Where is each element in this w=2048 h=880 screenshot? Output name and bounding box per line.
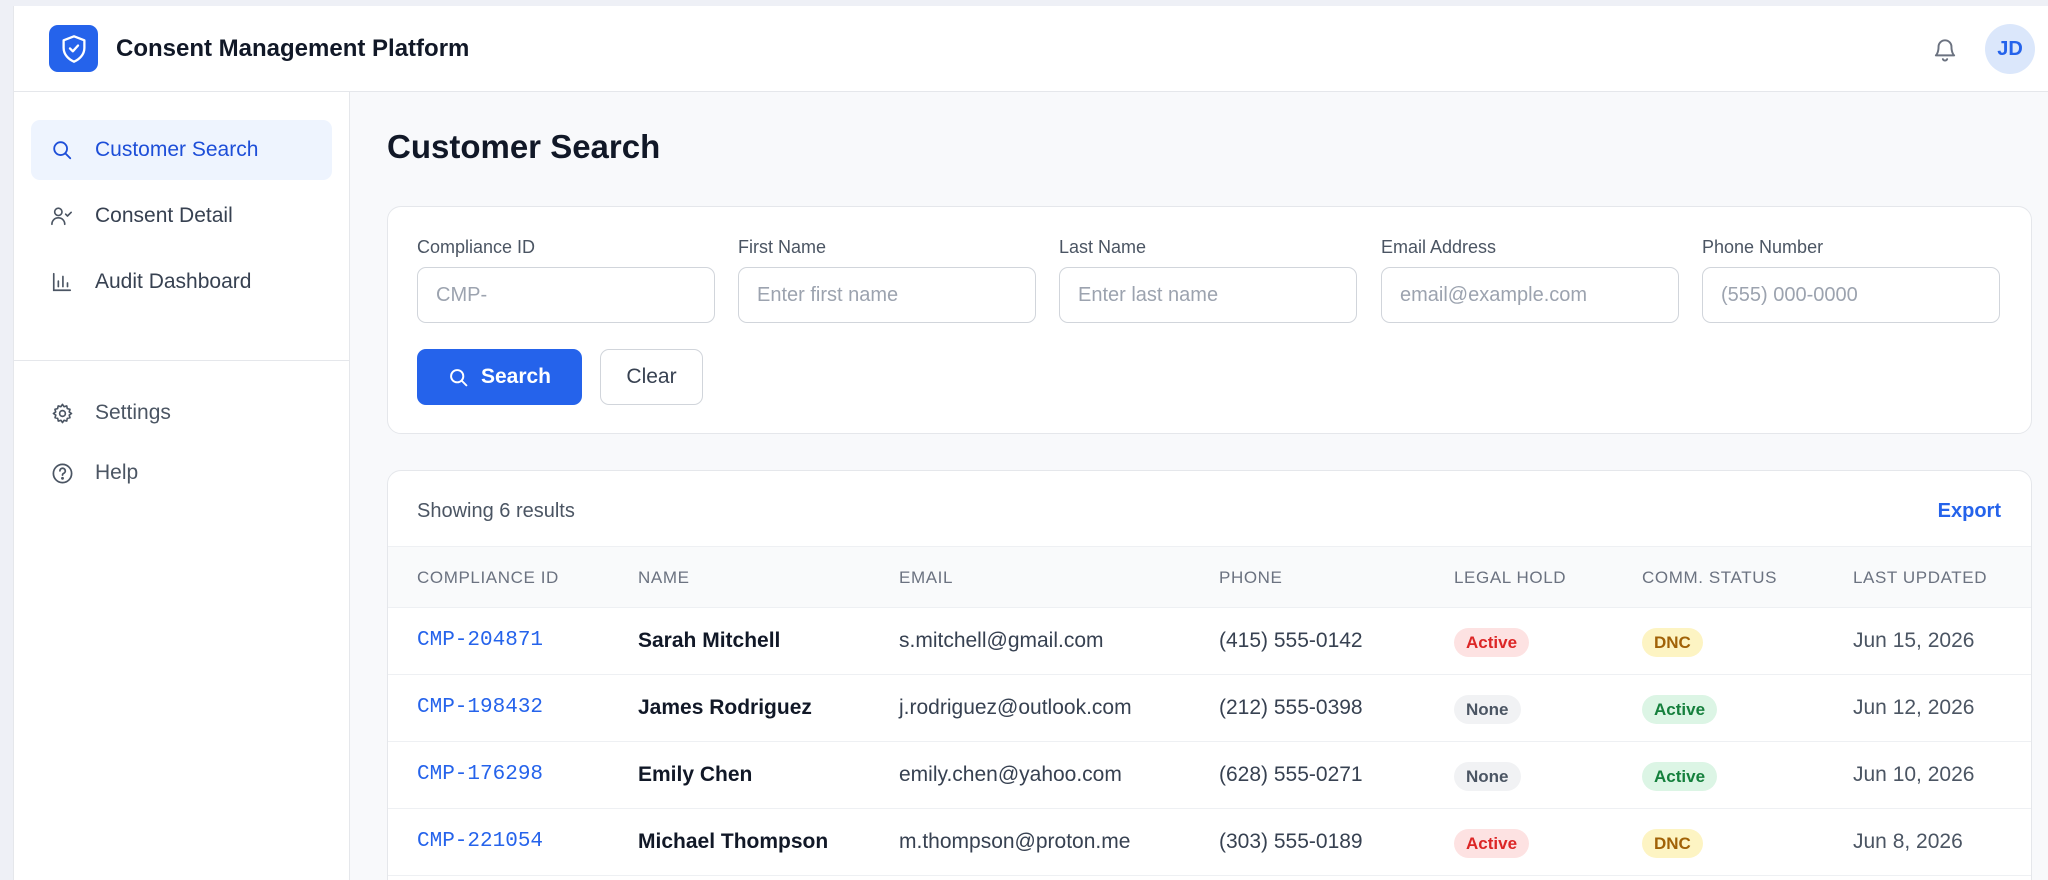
comm-status-badge: DNC	[1642, 628, 1703, 657]
search-icon	[49, 137, 75, 163]
sidebar-item-label: Settings	[95, 401, 171, 424]
customer-name: James Rodriguez	[638, 696, 812, 719]
legal-hold-badge: None	[1454, 695, 1521, 724]
sidebar-item-settings[interactable]: Settings	[31, 383, 332, 443]
sidebar-item-label: Audit Dashboard	[95, 270, 252, 293]
comm-status-badge: DNC	[1642, 829, 1703, 858]
bar-chart-icon	[49, 269, 75, 295]
compliance-id-link[interactable]: CMP-204871	[417, 629, 543, 652]
sidebar-divider	[14, 360, 350, 361]
legal-hold-badge: Active	[1454, 829, 1530, 858]
search-form-card: Compliance ID First Name Last Name Email…	[387, 206, 2032, 434]
compliance-id-link[interactable]: CMP-198432	[417, 696, 543, 719]
compliance-id-label: Compliance ID	[417, 237, 536, 257]
search-icon	[448, 367, 469, 388]
sidebar-item-label: Customer Search	[95, 138, 259, 161]
table-row[interactable]: CMP-204871 Sarah Mitchell s.mitchell@gma…	[388, 608, 2031, 675]
email-address-input[interactable]	[1381, 267, 1679, 323]
search-button-label: Search	[480, 365, 552, 388]
sidebar-item-label: Consent Detail	[95, 204, 233, 227]
compliance-id-link[interactable]: CMP-221054	[417, 830, 543, 853]
customer-email: j.rodriguez@outlook.com	[899, 696, 1132, 719]
customer-email: emily.chen@yahoo.com	[899, 763, 1122, 786]
sidebar-item-label: Help	[95, 461, 139, 484]
table-row[interactable]: CMP-176298 Emily Chen emily.chen@yahoo.c…	[388, 742, 2031, 809]
help-circle-icon	[49, 460, 75, 486]
column-header-legal-hold[interactable]: Legal Hold	[1454, 568, 1566, 588]
column-header-last-updated[interactable]: Last Updated	[1853, 568, 1987, 588]
column-header-comm-status[interactable]: Comm. Status	[1642, 568, 1777, 588]
table-row[interactable]: CMP-221054 Michael Thompson m.thompson@p…	[388, 809, 2031, 876]
customer-email: s.mitchell@gmail.com	[899, 629, 1104, 652]
legal-hold-badge: Active	[1454, 628, 1530, 657]
sidebar-item-consent-detail[interactable]: Consent Detail	[31, 186, 332, 246]
comm-status-badge: Active	[1642, 695, 1718, 724]
customer-phone: (628) 555-0271	[1219, 763, 1363, 786]
sidebar-item-customer-search[interactable]: Customer Search	[31, 120, 332, 180]
table-row[interactable]: CMP-198432 James Rodriguez j.rodriguez@o…	[388, 675, 2031, 742]
customer-name: Emily Chen	[638, 763, 753, 786]
sidebar-item-audit-dashboard[interactable]: Audit Dashboard	[31, 252, 332, 312]
export-link[interactable]: Export	[1938, 500, 2001, 523]
table-header: Compliance ID Name Email Phone Legal Hol…	[388, 546, 2031, 608]
results-count: Showing 6 results	[417, 500, 575, 522]
app-window: Consent Management Platform JD Customer …	[13, 6, 2048, 880]
results-card: Showing 6 results Export Compliance ID N…	[387, 470, 2032, 880]
customer-phone: (212) 555-0398	[1219, 696, 1363, 719]
sidebar-item-help[interactable]: Help	[31, 443, 332, 503]
shield-logo-icon	[49, 25, 98, 72]
last-name-input[interactable]	[1059, 267, 1357, 323]
last-name-label: Last Name	[1059, 237, 1147, 257]
customer-email: m.thompson@proton.me	[899, 830, 1131, 853]
app-title: Consent Management Platform	[116, 35, 470, 62]
first-name-input[interactable]	[738, 267, 1036, 323]
last-updated: Jun 15, 2026	[1853, 629, 1975, 652]
phone-number-input[interactable]	[1702, 267, 2000, 323]
customer-name: Michael Thompson	[638, 830, 829, 853]
legal-hold-badge: None	[1454, 762, 1521, 791]
top-bar: Consent Management Platform JD	[14, 6, 2048, 92]
last-updated: Jun 12, 2026	[1853, 696, 1975, 719]
sidebar: Customer Search Consent Detail Audit Das…	[14, 92, 350, 880]
customer-phone: (303) 555-0189	[1219, 830, 1363, 853]
compliance-id-input[interactable]	[417, 267, 715, 323]
gear-icon	[49, 400, 75, 426]
phone-number-label: Phone Number	[1702, 237, 1824, 257]
column-header-email[interactable]: Email	[899, 568, 953, 588]
user-check-icon	[49, 203, 75, 229]
last-updated: Jun 10, 2026	[1853, 763, 1975, 786]
clear-button[interactable]: Clear	[600, 349, 703, 405]
last-updated: Jun 8, 2026	[1853, 830, 1963, 853]
column-header-compliance-id[interactable]: Compliance ID	[417, 568, 559, 588]
column-header-phone[interactable]: Phone	[1219, 568, 1282, 588]
column-header-name[interactable]: Name	[638, 568, 690, 588]
user-avatar[interactable]: JD	[1985, 24, 2035, 74]
customer-name: Sarah Mitchell	[638, 629, 781, 652]
customer-phone: (415) 555-0142	[1219, 629, 1363, 652]
compliance-id-link[interactable]: CMP-176298	[417, 763, 543, 786]
search-button[interactable]: Search	[417, 349, 582, 405]
bell-icon[interactable]	[1929, 33, 1961, 67]
comm-status-badge: Active	[1642, 762, 1718, 791]
page-title: Customer Search	[387, 128, 661, 165]
email-address-label: Email Address	[1381, 237, 1497, 257]
first-name-label: First Name	[738, 237, 827, 257]
